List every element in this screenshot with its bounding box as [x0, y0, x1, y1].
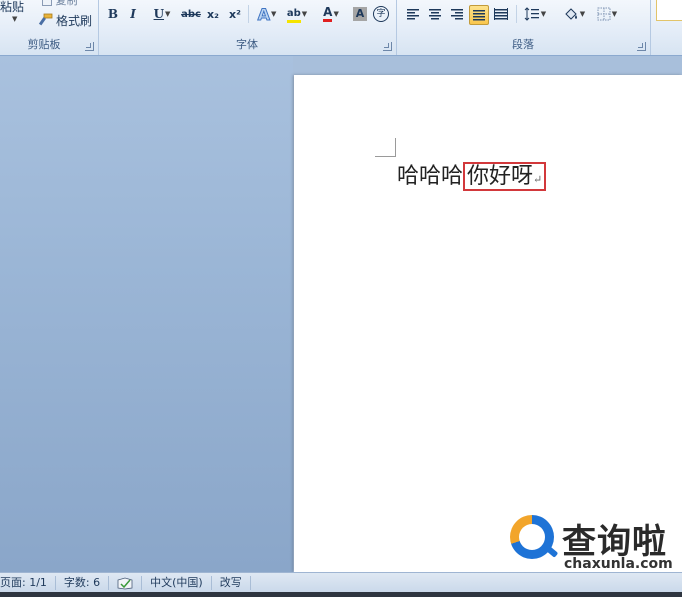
char-shading-icon: A: [353, 7, 367, 21]
paint-bucket-icon: [565, 8, 577, 20]
highlight-label: ab: [286, 7, 301, 19]
paste-button[interactable]: 粘贴 ▼: [0, 0, 30, 30]
proofing-book-icon: [117, 577, 133, 589]
highlight-button[interactable]: ab ▼: [284, 5, 310, 23]
proofing-icon[interactable]: [109, 576, 143, 590]
paragraph-separator: [516, 5, 517, 23]
strikethrough-button[interactable]: abc: [180, 5, 202, 23]
margin-corner-mark: [375, 138, 396, 157]
underline-dropdown-icon[interactable]: ▼: [165, 10, 170, 18]
format-painter-icon: [38, 13, 53, 26]
watermark-logo: 查询啦 chaxunla.com: [508, 512, 682, 574]
strikethrough-label: abc: [181, 8, 201, 20]
justify-button[interactable]: [469, 5, 489, 25]
align-left-icon: [407, 9, 419, 20]
left-pane: [0, 56, 293, 572]
bold-button[interactable]: B: [106, 5, 120, 23]
enclose-char-button[interactable]: 字: [372, 5, 390, 23]
text-effect-button[interactable]: A ▼: [254, 4, 280, 24]
line-spacing-button[interactable]: ▼: [522, 5, 548, 23]
magnifier-handle: [543, 544, 559, 558]
document-line[interactable]: 哈哈哈 你好呀↵: [397, 158, 547, 191]
border-grid-icon: [597, 7, 611, 21]
paste-dropdown-icon[interactable]: ▼: [12, 15, 17, 23]
subscript-button[interactable]: x₂: [204, 5, 222, 23]
font-dialog-launcher[interactable]: [383, 42, 392, 51]
highlighted-text-box: 你好呀↵: [463, 162, 547, 191]
font-color-button[interactable]: A ▼: [318, 5, 344, 23]
align-center-icon: [429, 9, 441, 20]
char-shading-button[interactable]: A: [352, 5, 368, 23]
paragraph-mark-icon: ↵: [533, 173, 543, 186]
underline-button[interactable]: U ▼: [148, 5, 176, 23]
clipboard-group: 粘贴 ▼ 复制 格式刷 剪贴板: [0, 0, 99, 55]
clipboard-group-label: 剪贴板: [27, 38, 61, 51]
font-group: B I U ▼ abc x₂ x² A ▼ ab ▼ A ▼ A 字 字体: [98, 0, 397, 55]
taskbar-strip: [0, 592, 682, 597]
styles-gallery[interactable]: [656, 0, 682, 21]
selected-text: 你好呀: [467, 164, 534, 189]
text-effect-icon: A: [257, 4, 270, 24]
paragraph-dialog-launcher[interactable]: [637, 42, 646, 51]
borders-button[interactable]: ▼: [594, 5, 620, 23]
font-color-label: A: [323, 5, 333, 19]
paste-label: 粘贴: [0, 0, 25, 14]
clipboard-dialog-launcher[interactable]: [85, 42, 94, 51]
status-overtype[interactable]: 改写: [212, 576, 251, 590]
paragraph-group: ▼ ▼ ▼ 段落: [396, 0, 651, 55]
line-spacing-dropdown-icon[interactable]: ▼: [541, 10, 546, 18]
status-language[interactable]: 中文(中国): [142, 576, 212, 590]
font-color-icon: A: [323, 5, 333, 22]
font-separator: [248, 5, 249, 23]
align-right-icon: [451, 9, 463, 20]
distributed-icon: [494, 8, 508, 20]
status-bar: 页面: 1/1 字数: 6 中文(中国) 改写: [0, 572, 682, 593]
document-page[interactable]: [294, 75, 682, 572]
format-painter-button[interactable]: 格式刷: [38, 12, 92, 28]
status-word-count[interactable]: 字数: 6: [56, 576, 110, 590]
paragraph-group-label: 段落: [512, 38, 534, 51]
font-color-dropdown-icon[interactable]: ▼: [333, 10, 338, 18]
align-center-button[interactable]: [426, 5, 444, 23]
format-painter-label: 格式刷: [56, 13, 93, 28]
ribbon: 粘贴 ▼ 复制 格式刷 剪贴板 B I U ▼ abc x₂ x² A ▼ ab…: [0, 0, 682, 56]
highlight-dropdown-icon[interactable]: ▼: [302, 10, 307, 18]
distributed-button[interactable]: [492, 5, 510, 23]
shading-button[interactable]: ▼: [560, 5, 588, 23]
justify-icon: [473, 10, 485, 21]
underline-label: U: [153, 7, 165, 21]
font-group-label: 字体: [236, 38, 258, 51]
status-page[interactable]: 页面: 1/1: [0, 576, 56, 590]
shading-dropdown-icon[interactable]: ▼: [580, 10, 585, 18]
align-right-button[interactable]: [448, 5, 466, 23]
enclose-char-icon: 字: [373, 6, 389, 22]
plain-text: 哈哈哈: [397, 164, 464, 189]
borders-dropdown-icon[interactable]: ▼: [612, 10, 617, 18]
align-left-button[interactable]: [404, 5, 422, 23]
highlight-icon: ab: [286, 6, 301, 23]
copy-label: 复制: [55, 0, 78, 7]
text-effect-dropdown-icon[interactable]: ▼: [271, 10, 276, 18]
watermark-subtitle: chaxunla.com: [564, 556, 673, 572]
copy-icon: [42, 0, 52, 6]
copy-button[interactable]: 复制: [42, 0, 78, 7]
italic-button[interactable]: I: [126, 5, 140, 23]
line-spacing-icon: [524, 7, 539, 21]
superscript-button[interactable]: x²: [226, 5, 244, 23]
